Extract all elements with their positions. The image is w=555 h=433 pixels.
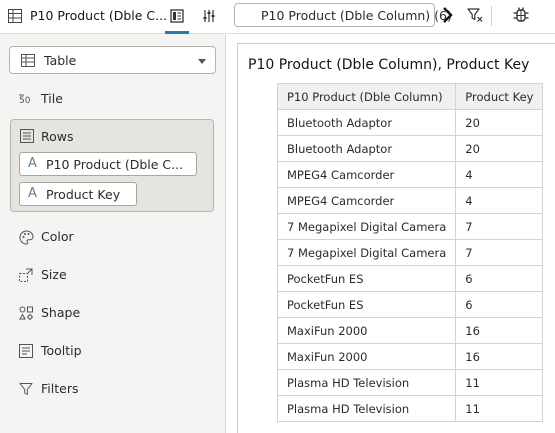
table-row[interactable]: MaxiFun 2000 16 bbox=[276, 343, 544, 370]
viz-type-dropdown[interactable]: Table bbox=[9, 46, 216, 74]
table-row[interactable]: Plasma HD Television 11 bbox=[276, 395, 544, 422]
grammar-panel: P10 Product (Dble C... Table 50 Tile Row… bbox=[0, 0, 226, 433]
active-tab-indicator bbox=[165, 31, 189, 34]
table-cell: 6 bbox=[455, 291, 544, 318]
viz-type-label: Table bbox=[44, 53, 77, 68]
table-cell: 16 bbox=[455, 343, 544, 370]
section-tile[interactable]: 50 Tile bbox=[0, 87, 226, 111]
canvas-tab-label: P10 Product (Dble Column) (6) bbox=[261, 8, 452, 23]
table-cell: Plasma HD Television bbox=[276, 395, 457, 422]
shape-icon bbox=[18, 305, 34, 321]
table-cell: PocketFun ES bbox=[276, 265, 457, 292]
section-label: Shape bbox=[41, 305, 81, 320]
table-cell: MaxiFun 2000 bbox=[276, 343, 457, 370]
bug-icon[interactable] bbox=[512, 6, 530, 27]
table-icon bbox=[8, 9, 22, 23]
properties-tab-button[interactable] bbox=[197, 5, 221, 29]
table-row[interactable]: 7 Megapixel Digital Camera 7 bbox=[276, 239, 544, 266]
viz-title: P10 Product (Dble C... bbox=[30, 8, 168, 23]
filter-icon bbox=[18, 381, 34, 397]
table-row[interactable]: Plasma HD Television 11 bbox=[276, 369, 544, 396]
table-row[interactable]: Bluetooth Adaptor 20 bbox=[276, 109, 544, 136]
table-cell: 16 bbox=[455, 317, 544, 344]
data-table: P10 Product (Dble Column) Product Key Bl… bbox=[276, 83, 544, 422]
filter-icon[interactable] bbox=[467, 7, 483, 26]
table-cell: 7 bbox=[455, 239, 544, 266]
canvas-tab[interactable]: P10 Product (Dble Column) (6) bbox=[234, 3, 452, 27]
sliders-icon bbox=[202, 9, 216, 26]
grammar-tab-button[interactable] bbox=[165, 5, 189, 29]
table-cell: 20 bbox=[455, 109, 544, 136]
size-icon bbox=[18, 267, 34, 283]
table-cell: 11 bbox=[455, 395, 544, 422]
table-row[interactable]: MPEG4 Camcorder 4 bbox=[276, 161, 544, 188]
table-cell: PocketFun ES bbox=[276, 291, 457, 318]
table-row[interactable]: Bluetooth Adaptor 20 bbox=[276, 135, 544, 162]
pill-label: Product Key bbox=[46, 187, 121, 202]
viz-canvas: P10 Product (Dble Column), Product Key P… bbox=[237, 43, 555, 433]
table-cell: 20 bbox=[455, 135, 544, 162]
section-label: Color bbox=[41, 229, 74, 244]
table-cell: 6 bbox=[455, 265, 544, 292]
grammar-panel-toolbar: P10 Product (Dble C... bbox=[0, 0, 226, 34]
table-cell: 7 Megapixel Digital Camera bbox=[276, 213, 457, 240]
table-cell: 4 bbox=[455, 161, 544, 188]
table-cell: Bluetooth Adaptor bbox=[276, 135, 457, 162]
table-icon bbox=[21, 54, 35, 70]
table-cell: 4 bbox=[455, 187, 544, 214]
palette-icon bbox=[18, 229, 34, 245]
column-header-product-key[interactable]: Product Key bbox=[455, 83, 544, 110]
attribute-icon: A bbox=[28, 186, 37, 201]
canvas-toolbar: P10 Product (Dble Column) (6) bbox=[227, 0, 555, 34]
table-header-row: P10 Product (Dble Column) Product Key bbox=[276, 83, 544, 110]
tooltip-icon bbox=[18, 343, 34, 359]
section-filters[interactable]: Filters bbox=[0, 377, 226, 401]
viz-canvas-title: P10 Product (Dble Column), Product Key bbox=[248, 57, 530, 73]
table-cell: 7 Megapixel Digital Camera bbox=[276, 239, 457, 266]
section-label: Size bbox=[41, 267, 67, 282]
table-cell: 7 bbox=[455, 213, 544, 240]
section-label: Filters bbox=[41, 381, 79, 396]
table-cell: Bluetooth Adaptor bbox=[276, 109, 457, 136]
row-pill-product-key[interactable]: A Product Key bbox=[19, 182, 137, 206]
table-cell: Plasma HD Television bbox=[276, 369, 457, 396]
table-cell: MPEG4 Camcorder bbox=[276, 187, 457, 214]
rows-icon bbox=[20, 129, 34, 146]
table-row[interactable]: 7 Megapixel Digital Camera 7 bbox=[276, 213, 544, 240]
section-color[interactable]: Color bbox=[0, 225, 226, 249]
row-pill-product[interactable]: A P10 Product (Dble C... bbox=[19, 152, 197, 176]
chevron-right-icon[interactable] bbox=[441, 5, 455, 28]
table-row[interactable]: MPEG4 Camcorder 4 bbox=[276, 187, 544, 214]
column-header-product[interactable]: P10 Product (Dble Column) bbox=[276, 83, 457, 110]
grammar-icon bbox=[170, 8, 184, 26]
tile-icon: 50 bbox=[18, 91, 34, 107]
table-cell: MaxiFun 2000 bbox=[276, 317, 457, 344]
table-cell: MPEG4 Camcorder bbox=[276, 161, 457, 188]
section-label: Tile bbox=[41, 91, 63, 106]
svg-text:50: 50 bbox=[19, 96, 31, 105]
section-label: Tooltip bbox=[41, 343, 82, 358]
pill-label: P10 Product (Dble C... bbox=[46, 157, 184, 172]
toolbar-divider bbox=[491, 6, 492, 26]
attribute-icon: A bbox=[28, 156, 37, 171]
table-row[interactable]: PocketFun ES 6 bbox=[276, 265, 544, 292]
table-row[interactable]: PocketFun ES 6 bbox=[276, 291, 544, 318]
section-size[interactable]: Size bbox=[0, 263, 226, 287]
section-rows[interactable]: Rows A P10 Product (Dble C... A Product … bbox=[10, 119, 214, 212]
section-label: Rows bbox=[41, 129, 74, 144]
table-row[interactable]: MaxiFun 2000 16 bbox=[276, 317, 544, 344]
chevron-down-icon bbox=[198, 59, 206, 64]
section-tooltip[interactable]: Tooltip bbox=[0, 339, 226, 363]
section-shape[interactable]: Shape bbox=[0, 301, 226, 325]
table-cell: 11 bbox=[455, 369, 544, 396]
